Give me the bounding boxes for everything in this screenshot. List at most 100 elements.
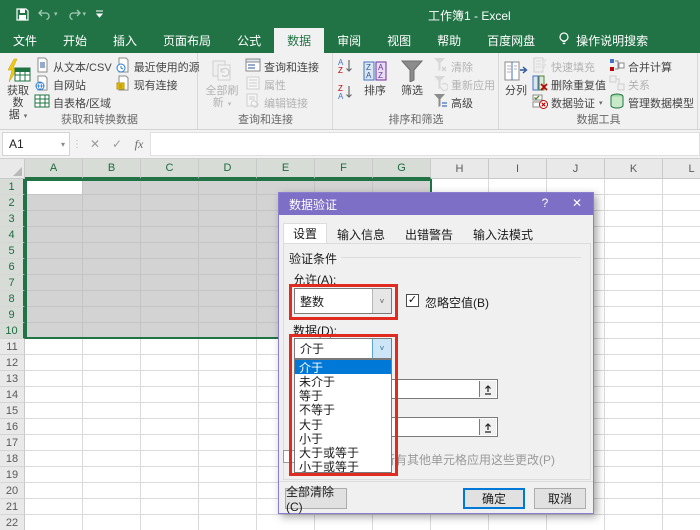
- cell-C19[interactable]: [141, 467, 199, 483]
- cell-A9[interactable]: [25, 307, 83, 323]
- ribbon-button[interactable]: 数据验证▾: [532, 94, 606, 111]
- cell-B18[interactable]: [83, 451, 141, 467]
- cell-C5[interactable]: [141, 243, 199, 259]
- ribbon-tab-7[interactable]: 审阅: [324, 28, 374, 53]
- cell-K4[interactable]: [605, 227, 663, 243]
- cell-L20[interactable]: [663, 483, 700, 499]
- cell-K22[interactable]: [605, 515, 663, 530]
- cell-F22[interactable]: [315, 515, 373, 530]
- column-header-F[interactable]: F: [315, 159, 373, 179]
- ribbon-button[interactable]: 高级: [432, 94, 495, 111]
- cell-A15[interactable]: [25, 403, 83, 419]
- column-header-A[interactable]: A: [25, 159, 83, 179]
- cell-D16[interactable]: [199, 419, 257, 435]
- cell-K16[interactable]: [605, 419, 663, 435]
- cell-B6[interactable]: [83, 259, 141, 275]
- cell-K8[interactable]: [605, 291, 663, 307]
- cell-A16[interactable]: [25, 419, 83, 435]
- ribbon-button[interactable]: 从文本/CSV: [34, 58, 112, 75]
- cell-D2[interactable]: [199, 195, 257, 211]
- cell-B15[interactable]: [83, 403, 141, 419]
- redo-icon[interactable]: ▾: [67, 9, 87, 20]
- cell-D4[interactable]: [199, 227, 257, 243]
- ribbon-button[interactable]: 最近使用的源: [115, 58, 200, 75]
- cell-B12[interactable]: [83, 355, 141, 371]
- cell-K11[interactable]: [605, 339, 663, 355]
- row-header-13[interactable]: 13: [0, 371, 25, 387]
- row-header-14[interactable]: 14: [0, 387, 25, 403]
- column-header-J[interactable]: J: [547, 159, 605, 179]
- cell-A14[interactable]: [25, 387, 83, 403]
- ribbon-button[interactable]: 筛选: [395, 56, 429, 97]
- cell-H22[interactable]: [431, 515, 489, 530]
- ribbon-tab-4[interactable]: 页面布局: [150, 28, 224, 53]
- cell-K7[interactable]: [605, 275, 663, 291]
- cell-K17[interactable]: [605, 435, 663, 451]
- data-dropdown-arrow-icon[interactable]: ˅: [372, 339, 391, 358]
- dialog-tab-4[interactable]: 输入法模式: [463, 225, 543, 244]
- cell-D1[interactable]: [199, 179, 257, 195]
- name-box[interactable]: A1 ▾: [2, 132, 70, 156]
- confirm-entry-icon[interactable]: ✓: [106, 130, 128, 158]
- cell-L21[interactable]: [663, 499, 700, 515]
- collapse-dialog-icon[interactable]: [479, 419, 496, 435]
- cell-A1[interactable]: [25, 179, 83, 195]
- cell-K9[interactable]: [605, 307, 663, 323]
- cell-B11[interactable]: [83, 339, 141, 355]
- cell-B9[interactable]: [83, 307, 141, 323]
- cell-C2[interactable]: [141, 195, 199, 211]
- cell-K15[interactable]: [605, 403, 663, 419]
- cell-C20[interactable]: [141, 483, 199, 499]
- cell-D7[interactable]: [199, 275, 257, 291]
- cell-C10[interactable]: [141, 323, 199, 339]
- cell-L12[interactable]: [663, 355, 700, 371]
- cancel-entry-icon[interactable]: ✕: [84, 130, 106, 158]
- cell-L4[interactable]: [663, 227, 700, 243]
- allow-dropdown-arrow-icon[interactable]: ˅: [372, 289, 391, 313]
- save-icon[interactable]: [16, 8, 29, 21]
- cell-B5[interactable]: [83, 243, 141, 259]
- cell-C7[interactable]: [141, 275, 199, 291]
- column-header-C[interactable]: C: [141, 159, 199, 179]
- row-header-5[interactable]: 5: [0, 243, 25, 259]
- dialog-tab-2[interactable]: 输入信息: [327, 225, 395, 244]
- cell-L10[interactable]: [663, 323, 700, 339]
- row-header-17[interactable]: 17: [0, 435, 25, 451]
- cell-D9[interactable]: [199, 307, 257, 323]
- cell-D5[interactable]: [199, 243, 257, 259]
- cell-D18[interactable]: [199, 451, 257, 467]
- cell-A19[interactable]: [25, 467, 83, 483]
- row-header-16[interactable]: 16: [0, 419, 25, 435]
- cell-C11[interactable]: [141, 339, 199, 355]
- cell-D11[interactable]: [199, 339, 257, 355]
- ribbon-tab-9[interactable]: 帮助: [424, 28, 474, 53]
- cell-A4[interactable]: [25, 227, 83, 243]
- cell-G22[interactable]: [373, 515, 431, 530]
- cell-A6[interactable]: [25, 259, 83, 275]
- cell-C12[interactable]: [141, 355, 199, 371]
- ribbon-tab-1[interactable]: 文件: [0, 28, 50, 53]
- row-header-6[interactable]: 6: [0, 259, 25, 275]
- ribbon-tab-2[interactable]: 开始: [50, 28, 100, 53]
- cell-C9[interactable]: [141, 307, 199, 323]
- cell-L8[interactable]: [663, 291, 700, 307]
- cell-C21[interactable]: [141, 499, 199, 515]
- cell-L11[interactable]: [663, 339, 700, 355]
- ribbon-button[interactable]: 现有连接: [115, 76, 200, 93]
- row-header-20[interactable]: 20: [0, 483, 25, 499]
- cell-C4[interactable]: [141, 227, 199, 243]
- row-header-11[interactable]: 11: [0, 339, 25, 355]
- cell-L18[interactable]: [663, 451, 700, 467]
- cell-K1[interactable]: [605, 179, 663, 195]
- cell-C6[interactable]: [141, 259, 199, 275]
- undo-dropdown-icon[interactable]: ▾: [54, 11, 58, 18]
- allow-dropdown[interactable]: 整数 ˅: [294, 288, 392, 314]
- cell-L17[interactable]: [663, 435, 700, 451]
- cell-A13[interactable]: [25, 371, 83, 387]
- cell-A7[interactable]: [25, 275, 83, 291]
- dialog-close-button[interactable]: ✕: [569, 196, 585, 210]
- row-header-2[interactable]: 2: [0, 195, 25, 211]
- cell-A20[interactable]: [25, 483, 83, 499]
- ribbon-tab-10[interactable]: 百度网盘: [474, 28, 548, 53]
- tell-me-search[interactable]: 操作说明搜索: [548, 28, 658, 53]
